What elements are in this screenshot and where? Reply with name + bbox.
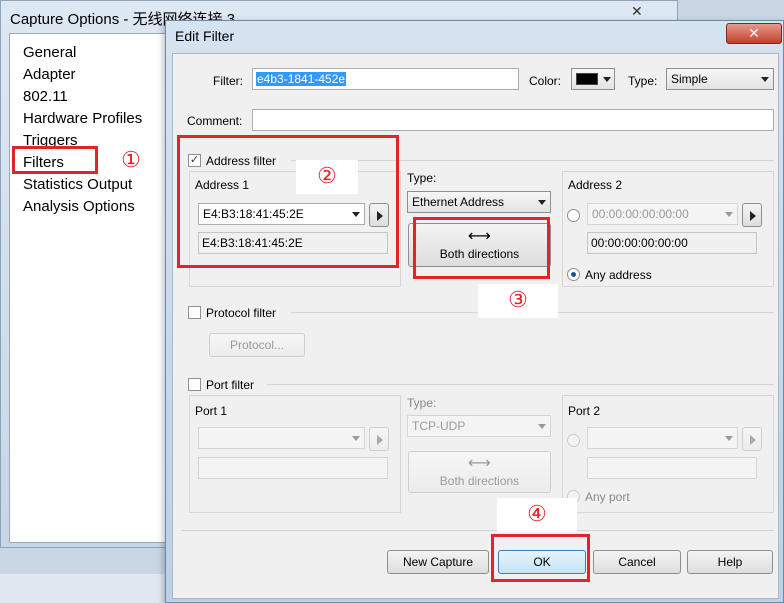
address2-label: Address 2 <box>568 178 623 192</box>
any-address-label: Any address <box>585 268 652 282</box>
port-direction-label: Both directions <box>439 474 520 488</box>
annotation-number-2: ② <box>296 160 358 194</box>
chevron-down-icon <box>725 436 733 441</box>
annotation-box-direction <box>413 217 550 279</box>
port-type-label: Type: <box>407 396 437 410</box>
help-button[interactable]: Help <box>687 550 773 574</box>
both-directions-icon: ⟷ <box>468 455 491 472</box>
play-arrow-icon <box>750 435 756 445</box>
chevron-down-icon <box>725 212 733 217</box>
address2-book-button[interactable] <box>742 203 762 227</box>
annotation-number-3: ③ <box>478 284 558 318</box>
port1-select[interactable] <box>198 427 365 449</box>
color-label: Color: <box>529 74 562 88</box>
filter-name-value: e4b3-1841-452e <box>256 72 347 86</box>
nav-item-adapter[interactable]: Adapter <box>23 66 76 83</box>
edit-filter-dialog: Edit Filter ✕ Filter: e4b3-1841-452e Col… <box>165 20 784 603</box>
comment-input[interactable] <box>252 109 774 131</box>
close-icon[interactable]: ✕ <box>631 3 643 20</box>
any-port-label: Any port <box>585 490 630 504</box>
taskbar-strip <box>0 574 165 603</box>
protocol-filter-label: Protocol filter <box>206 306 277 320</box>
chevron-down-icon <box>761 77 769 82</box>
nav-item-80211[interactable]: 802.11 <box>23 88 68 105</box>
filter-label: Filter: <box>213 74 243 88</box>
comment-label: Comment: <box>187 114 243 128</box>
port-direction-button[interactable]: ⟷ Both directions <box>408 451 551 493</box>
filter-name-input[interactable]: e4b3-1841-452e <box>252 68 519 90</box>
chevron-down-icon <box>603 77 611 82</box>
nav-item-hardware-profiles[interactable]: Hardware Profiles <box>23 110 142 127</box>
port-type-value: TCP-UDP <box>412 419 466 433</box>
section-divider <box>267 384 774 385</box>
address2-radio[interactable] <box>567 209 580 222</box>
port2-label: Port 2 <box>568 404 601 418</box>
address-type-select[interactable]: Ethernet Address <box>407 191 551 213</box>
port1-book-button[interactable] <box>369 427 389 451</box>
protocol-button[interactable]: Protocol... <box>209 333 305 357</box>
annotation-box-ok <box>491 534 590 582</box>
address-type-value: Ethernet Address <box>412 195 505 209</box>
chevron-down-icon <box>538 424 546 429</box>
nav-item-analysis-options[interactable]: Analysis Options <box>23 198 135 215</box>
close-icon[interactable]: ✕ <box>726 23 782 44</box>
annotation-box-address-filter <box>177 135 399 268</box>
address2-select[interactable]: 00:00:00:00:00:00 <box>587 203 738 225</box>
filter-type-value: Simple <box>671 72 708 86</box>
any-address-radio[interactable] <box>567 268 580 281</box>
filter-type-select[interactable]: Simple <box>666 68 774 90</box>
address2-value: 00:00:00:00:00:00 <box>592 207 689 221</box>
annotation-box-filters <box>12 146 98 174</box>
color-swatch <box>576 73 598 85</box>
type-label: Type: <box>628 74 658 88</box>
port2-radio[interactable] <box>567 434 580 447</box>
cancel-button[interactable]: Cancel <box>593 550 681 574</box>
port2-resolved <box>587 457 757 479</box>
dialog-title: Edit Filter <box>175 28 235 44</box>
options-nav-list: General Adapter 802.11 Hardware Profiles… <box>9 33 167 543</box>
nav-item-statistics-output[interactable]: Statistics Output <box>23 176 132 193</box>
port2-select[interactable] <box>587 427 738 449</box>
play-arrow-icon <box>750 211 756 221</box>
port1-resolved <box>198 457 388 479</box>
protocol-filter-checkbox[interactable] <box>188 306 201 319</box>
address-type-label: Type: <box>407 171 437 185</box>
annotation-number-1: ① <box>116 148 146 174</box>
nav-item-general[interactable]: General <box>23 44 76 61</box>
port-filter-label: Port filter <box>206 378 255 392</box>
chevron-down-icon <box>538 200 546 205</box>
play-arrow-icon <box>377 435 383 445</box>
annotation-number-4: ④ <box>497 498 577 532</box>
button-divider <box>181 530 774 531</box>
chevron-down-icon <box>352 436 360 441</box>
port2-book-button[interactable] <box>742 427 762 451</box>
port-filter-checkbox[interactable] <box>188 378 201 391</box>
color-picker[interactable] <box>571 68 615 90</box>
new-capture-button[interactable]: New Capture <box>387 550 489 574</box>
port1-label: Port 1 <box>195 404 228 418</box>
address2-resolved: 00:00:00:00:00:00 <box>587 232 757 254</box>
port-type-select[interactable]: TCP-UDP <box>407 415 551 437</box>
